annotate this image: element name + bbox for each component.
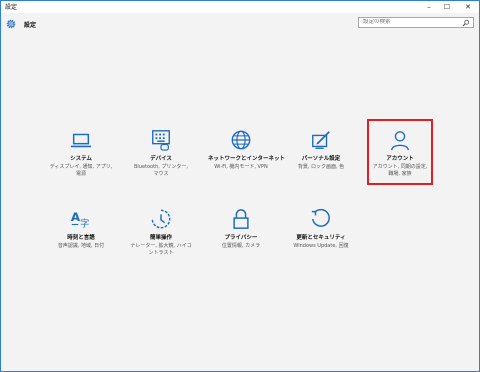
search-input[interactable]	[363, 19, 453, 25]
search-box[interactable]	[358, 17, 474, 28]
tile-description: Windows Update, 回復	[293, 243, 349, 249]
page-title: 設定	[24, 22, 37, 29]
tile-update-security[interactable]: 更新とセキュリティ Windows Update, 回復	[288, 208, 354, 266]
tile-personalization[interactable]: パーソナル設定 背景, ロック画面, 色	[288, 129, 354, 187]
lock-icon	[233, 209, 249, 229]
tile-label: プライバシー	[224, 235, 258, 241]
tile-label: アカウント	[386, 156, 414, 162]
title-bar: 設定 – ☐ ✕	[1, 1, 479, 13]
tile-label: ネットワークとインターネット	[208, 156, 286, 162]
tile-description: 音声認識, 地域, 日付	[57, 243, 105, 249]
minimize-button[interactable]: –	[421, 1, 437, 13]
tile-label: システム	[70, 156, 92, 162]
person-icon	[391, 131, 409, 151]
tile-accounts[interactable]: アカウント アカウント, 同期の設定, 職場, 家族	[367, 119, 433, 185]
search-icon[interactable]	[462, 19, 470, 27]
tile-description: 位置情報, カメラ	[221, 243, 261, 249]
keyboard-icon	[152, 130, 170, 151]
close-button[interactable]: ✕	[459, 1, 477, 13]
tile-devices[interactable]: デバイス Bluetooth, プリンター, マウス	[128, 129, 194, 187]
tile-label: デバイス	[150, 156, 172, 162]
tile-description: ディスプレイ, 通知, アプリ, 電源	[49, 164, 113, 177]
update-icon	[311, 208, 330, 227]
gear-icon	[6, 19, 16, 29]
tile-description: Wi-Fi, 機内モード, VPN	[214, 164, 268, 170]
paint-icon	[312, 131, 330, 149]
ease-of-access-icon	[151, 209, 171, 229]
tile-label: 時刻と言語	[67, 235, 95, 241]
tile-label: 簡単操作	[149, 235, 172, 241]
globe-icon	[231, 130, 251, 150]
tile-description: 背景, ロック画面, 色	[297, 164, 345, 170]
tile-description: ナレーター, 拡大鏡, ハイコ ントラスト	[130, 243, 192, 256]
settings-window: 設定 – ☐ ✕ 設定 システム ディスプレイ, 通知, アプリ,電源	[0, 0, 480, 372]
window-title: 設定	[5, 4, 18, 11]
laptop-icon	[70, 133, 92, 148]
tile-system[interactable]: システム ディスプレイ, 通知, アプリ, 電源	[48, 129, 114, 187]
tile-network[interactable]: ネットワークとインターネット Wi-Fi, 機内モード, VPN	[208, 129, 286, 187]
language-icon: A 字	[71, 210, 89, 230]
tile-label: パーソナル設定	[301, 156, 341, 162]
tile-time-language[interactable]: A 字 時刻と言語 音声認識, 地域, 日付	[48, 208, 114, 266]
tile-ease-of-access[interactable]: 簡単操作 ナレーター, 拡大鏡, ハイコ ントラスト	[128, 208, 194, 266]
svg-text:字: 字	[80, 217, 89, 229]
tile-label: 更新とセキュリティ	[296, 235, 346, 241]
tile-privacy[interactable]: プライバシー 位置情報, カメラ	[208, 208, 274, 266]
tile-description: Bluetooth, プリンター, マウス	[133, 164, 189, 177]
tile-description: アカウント, 同期の設定, 職場, 家族	[372, 164, 428, 177]
maximize-button[interactable]: ☐	[439, 1, 455, 13]
